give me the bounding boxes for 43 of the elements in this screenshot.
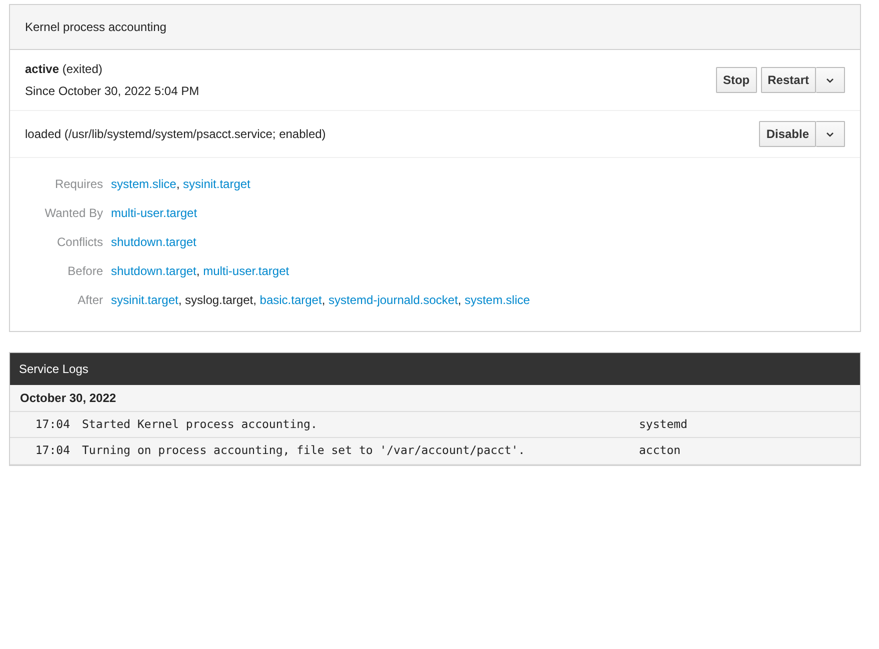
unit-link[interactable]: sysinit.target — [183, 177, 250, 191]
since-text: Since October 30, 2022 5:04 PM — [25, 83, 200, 100]
dropdown-button[interactable] — [816, 67, 845, 93]
separator: , — [196, 264, 200, 278]
unit-link[interactable]: multi-user.target — [111, 206, 198, 220]
action-button[interactable]: Stop — [716, 67, 757, 93]
status-text: active (exited) — [25, 61, 104, 78]
loaded-text: loaded (/usr/lib/systemd/system/psacct.service; enabled) — [25, 126, 326, 143]
unit-link[interactable]: system.slice — [111, 177, 176, 191]
log-entry[interactable]: 17:04 Started Kernel process accounting. systemd — [10, 412, 860, 438]
unit-name: syslog.target — [185, 293, 254, 307]
unit-link[interactable]: multi-user.target — [203, 264, 290, 278]
caret-icon — [826, 78, 834, 84]
separator: , — [322, 293, 326, 307]
log-time: 17:04 — [34, 416, 71, 433]
separator: , — [458, 293, 462, 307]
relation-label: Wanted By — [44, 205, 103, 222]
unit-link[interactable]: system.slice — [464, 293, 530, 307]
log-message: Started Kernel process accounting. — [82, 416, 318, 433]
relation-label: Before — [66, 263, 103, 280]
action-button[interactable]: Disable — [759, 121, 816, 147]
dropdown-button[interactable] — [816, 121, 845, 147]
separator: , — [176, 177, 180, 191]
log-entry[interactable]: 17:04 Turning on process accounting, file set to '/var/account/pacct'. accton — [10, 438, 860, 464]
relation-label: Conflicts — [56, 234, 103, 251]
log-message: Turning on process accounting, file set to '/var/account/pacct'. — [82, 442, 526, 460]
unit-link[interactable]: shutdown.target — [111, 235, 196, 249]
logs-title: Service Logs — [10, 353, 860, 385]
unit-link[interactable]: sysinit.target — [111, 293, 178, 307]
relation-label: Requires — [54, 176, 103, 193]
caret-icon — [826, 132, 834, 138]
panel-title: Kernel process accounting — [10, 5, 860, 50]
unit-link[interactable]: shutdown.target — [111, 264, 196, 278]
separator: , — [253, 293, 256, 307]
log-date: October 30, 2022 — [10, 385, 860, 412]
separator: , — [178, 293, 182, 307]
relation-label: After — [76, 292, 103, 309]
log-source: accton — [639, 442, 681, 460]
log-source: systemd — [639, 416, 688, 433]
unit-link[interactable]: systemd-journald.socket — [328, 293, 458, 307]
unit-link[interactable]: basic.target — [260, 293, 322, 307]
log-time: 17:04 — [34, 442, 71, 460]
action-button[interactable]: Restart — [760, 67, 816, 93]
